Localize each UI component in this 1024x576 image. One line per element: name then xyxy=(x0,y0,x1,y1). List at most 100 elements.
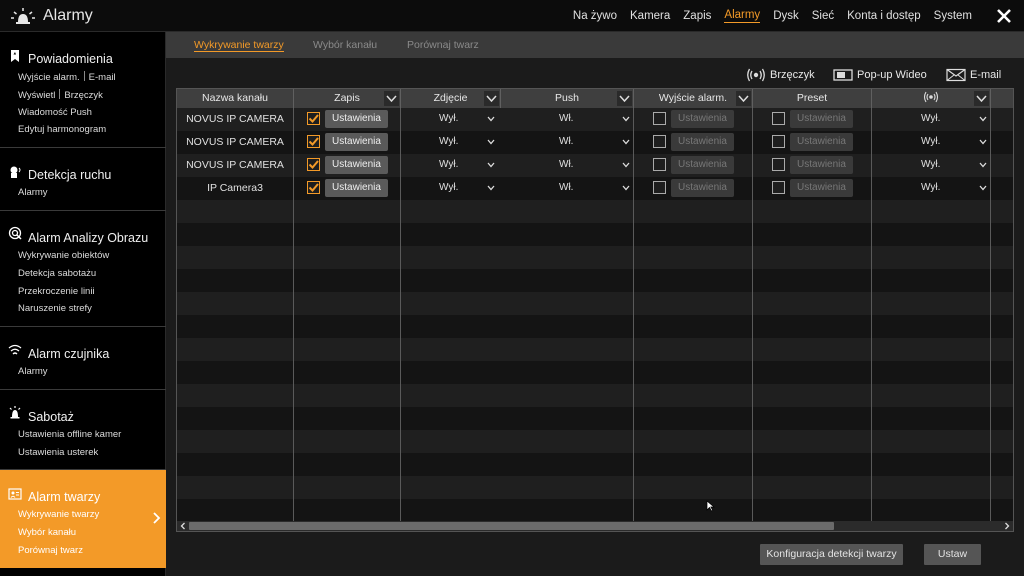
apply-button[interactable]: Ustaw xyxy=(924,544,981,565)
chevron-down-icon[interactable] xyxy=(736,91,751,106)
face-detection-config-button[interactable]: Konfiguracja detekcji twarzy xyxy=(760,544,903,565)
nav-live[interactable]: Na żywo xyxy=(573,10,617,22)
nav-disk[interactable]: Dysk xyxy=(773,10,799,22)
column-divider xyxy=(752,108,753,521)
column-header-buzzer xyxy=(872,89,991,108)
buzzer-select[interactable]: Wył. xyxy=(895,179,987,197)
sidebar-group-title: Alarm Analizy Obrazu xyxy=(28,231,149,245)
column-divider xyxy=(293,108,294,521)
record-checkbox[interactable] xyxy=(307,135,320,148)
chevron-down-icon xyxy=(487,139,495,145)
row-stripe xyxy=(177,384,1013,407)
legend-email-label: E-mail xyxy=(970,69,1002,81)
photo-select[interactable]: Wył. xyxy=(417,179,495,197)
alarm-output-checkbox[interactable] xyxy=(653,112,666,125)
channel-name: NOVUS IP CAMERA xyxy=(186,136,284,148)
chevron-down-icon[interactable] xyxy=(617,91,632,106)
buzzer-select-value: Wył. xyxy=(921,113,941,124)
sidebar-item-camera-offline[interactable]: Ustawienia offline kamer xyxy=(18,429,121,440)
scrollbar-thumb[interactable] xyxy=(189,522,834,530)
preset-checkbox[interactable] xyxy=(772,181,785,194)
sidebar-item-tamper-detection[interactable]: Detekcja sabotażu xyxy=(18,268,96,279)
buzzer-icon xyxy=(923,91,939,103)
sidebar-item-channel-select[interactable]: Wybór kanału xyxy=(18,527,76,538)
nav-record[interactable]: Zapis xyxy=(683,10,711,22)
sidebar-item-display-buzzer[interactable]: Wyświetl Brzęczyk xyxy=(18,89,103,101)
record-settings-button[interactable]: Ustawienia xyxy=(325,156,388,174)
record-settings-button[interactable]: Ustawienia xyxy=(325,133,388,151)
chevron-down-icon xyxy=(622,116,630,122)
horizontal-scrollbar[interactable] xyxy=(177,521,1013,531)
photo-select[interactable]: Wył. xyxy=(417,156,495,174)
sidebar-item-email[interactable]: E-mail xyxy=(89,72,116,83)
sidebar-item-fault-settings[interactable]: Ustawienia usterek xyxy=(18,447,98,458)
column-header-photo: Zdjęcie xyxy=(401,89,501,108)
alarm-output-checkbox[interactable] xyxy=(653,158,666,171)
scroll-left-icon[interactable] xyxy=(179,522,187,530)
nav-accounts[interactable]: Konta i dostęp xyxy=(847,10,921,22)
preset-checkbox[interactable] xyxy=(772,112,785,125)
record-settings-button[interactable]: Ustawienia xyxy=(325,110,388,128)
chevron-down-icon xyxy=(622,139,630,145)
legend-email: E-mail xyxy=(946,68,1001,82)
sidebar-item-buzzer[interactable]: Brzęczyk xyxy=(64,90,103,101)
sidebar-item-zone-intrusion[interactable]: Naruszenie strefy xyxy=(18,303,92,314)
push-select[interactable]: Wł. xyxy=(535,156,630,174)
sidebar-item-edit-schedule[interactable]: Edytuj harmonogram xyxy=(18,124,106,135)
sidebar-group-notifications: Powiadomienia Wyjście alarm. E-mail Wyświ… xyxy=(0,32,166,148)
sidebar-item-face-detection[interactable]: Wykrywanie twarzy xyxy=(18,509,99,520)
sidebar-group-title: Sabotaż xyxy=(28,410,74,424)
chevron-down-icon[interactable] xyxy=(484,91,499,106)
row-stripe xyxy=(177,476,1013,499)
push-select-value: Wł. xyxy=(559,159,574,170)
push-select[interactable]: Wł. xyxy=(535,110,630,128)
scroll-right-icon[interactable] xyxy=(1003,522,1011,530)
sensor-icon xyxy=(8,344,22,355)
photo-select[interactable]: Wył. xyxy=(417,133,495,151)
sidebar-group-motion: Detekcja ruchu Alarmy xyxy=(0,148,166,211)
buzzer-select[interactable]: Wył. xyxy=(895,133,987,151)
sidebar-group-title: Alarm twarzy xyxy=(28,490,101,504)
record-settings-button[interactable]: Ustawienia xyxy=(325,179,388,197)
close-icon[interactable] xyxy=(996,8,1012,24)
column-divider xyxy=(871,108,872,521)
chevron-down-icon[interactable] xyxy=(974,91,989,106)
tab-channel-select[interactable]: Wybór kanału xyxy=(313,39,377,51)
sidebar-group-sabotage: Sabotaż Ustawienia offline kamer Ustawie… xyxy=(0,390,166,470)
popup-video-icon xyxy=(833,69,853,81)
row-stripe xyxy=(177,246,1013,269)
alarm-output-checkbox[interactable] xyxy=(653,135,666,148)
record-checkbox[interactable] xyxy=(307,181,320,194)
chevron-down-icon xyxy=(979,139,987,145)
nav-network[interactable]: Sieć xyxy=(812,10,834,22)
sidebar-item-push-message[interactable]: Wiadomość Push xyxy=(18,107,92,118)
tab-face-detection[interactable]: Wykrywanie twarzy xyxy=(194,39,284,52)
buzzer-select[interactable]: Wył. xyxy=(895,156,987,174)
nav-alarms[interactable]: Alarmy xyxy=(724,9,761,23)
buzzer-select[interactable]: Wył. xyxy=(895,110,987,128)
sub-tabs: Wykrywanie twarzy Wybór kanału Porównaj … xyxy=(166,32,1024,58)
sidebar-item-compare-face[interactable]: Porównaj twarz xyxy=(18,545,83,556)
chevron-down-icon[interactable] xyxy=(384,91,399,106)
nav-system[interactable]: System xyxy=(934,10,972,22)
record-checkbox[interactable] xyxy=(307,158,320,171)
preset-checkbox[interactable] xyxy=(772,158,785,171)
sidebar-item-sensor-alarms[interactable]: Alarmy xyxy=(18,366,48,377)
sidebar-group-image-analysis: Alarm Analizy Obrazu Wykrywanie obiektów… xyxy=(0,211,166,327)
tab-compare-face[interactable]: Porównaj twarz xyxy=(407,39,479,51)
sidebar-item-alarm-output[interactable]: Wyjście alarm. xyxy=(18,72,80,83)
push-select[interactable]: Wł. xyxy=(535,133,630,151)
header-label: Wyjście alarm. xyxy=(658,92,728,104)
sidebar-item-line-crossing[interactable]: Przekroczenie linii xyxy=(18,286,95,297)
sidebar-item-motion-alarms[interactable]: Alarmy xyxy=(18,187,48,198)
push-select[interactable]: Wł. xyxy=(535,179,630,197)
photo-select[interactable]: Wył. xyxy=(417,110,495,128)
record-checkbox[interactable] xyxy=(307,112,320,125)
sidebar-item-display[interactable]: Wyświetl xyxy=(18,90,55,101)
nav-camera[interactable]: Kamera xyxy=(630,10,670,22)
alarm-output-checkbox[interactable] xyxy=(653,181,666,194)
alarm-output-settings-button: Ustawienia xyxy=(671,156,734,174)
sidebar-item-object-detection[interactable]: Wykrywanie obiektów xyxy=(18,250,109,261)
sidebar-item-alarm-output-email[interactable]: Wyjście alarm. E-mail xyxy=(18,71,116,83)
preset-checkbox[interactable] xyxy=(772,135,785,148)
